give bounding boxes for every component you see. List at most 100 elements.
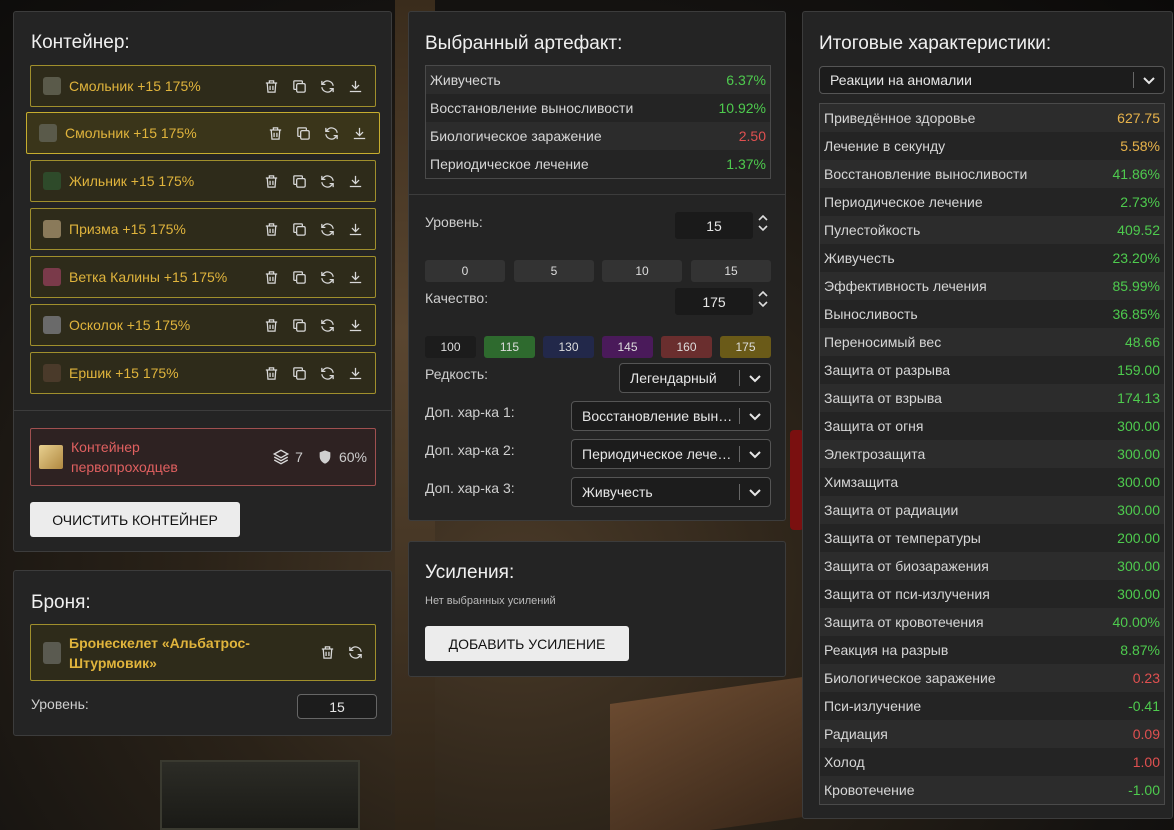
download-icon[interactable] bbox=[346, 172, 365, 191]
artifact-level-input[interactable]: 15 bbox=[675, 212, 753, 239]
armor-icon bbox=[43, 641, 61, 664]
copy-icon[interactable] bbox=[290, 268, 309, 287]
container-item[interactable]: Смольник +15 175% bbox=[26, 112, 380, 154]
trash-icon[interactable] bbox=[266, 124, 285, 143]
refresh-icon[interactable] bbox=[318, 268, 337, 287]
clear-container-button[interactable]: ОЧИСТИТЬ КОНТЕЙНЕР bbox=[30, 502, 240, 537]
stat-name: Защита от разрыва bbox=[824, 362, 951, 378]
stat-row: Защита от огня 300.00 bbox=[820, 412, 1164, 440]
artifact-quality-input[interactable]: 175 bbox=[675, 288, 753, 315]
totals-filter-select[interactable]: Реакции на аномалии bbox=[819, 66, 1165, 94]
stat-value: 2.50 bbox=[738, 128, 766, 144]
download-icon[interactable] bbox=[346, 77, 365, 96]
refresh-icon[interactable] bbox=[318, 172, 337, 191]
stat-row: Приведённое здоровье 627.75 bbox=[820, 104, 1164, 132]
container-item[interactable]: Ветка Калины +15 175% bbox=[30, 256, 376, 298]
armor-level-label: Уровень: bbox=[31, 696, 89, 712]
trash-icon[interactable] bbox=[262, 364, 281, 383]
container-info-card[interactable]: Контейнер первопроходцев 7 60% bbox=[30, 428, 376, 486]
container-item[interactable]: Ершик +15 175% bbox=[30, 352, 376, 394]
container-item[interactable]: Смольник +15 175% bbox=[30, 65, 376, 107]
add-boost-button[interactable]: ДОБАВИТЬ УСИЛЕНИЕ bbox=[425, 626, 629, 661]
quality-preset-145[interactable]: 145 bbox=[602, 336, 653, 358]
stat-value: 48.66 bbox=[1124, 334, 1160, 350]
quality-preset-115[interactable]: 115 bbox=[484, 336, 535, 358]
trash-icon[interactable] bbox=[262, 268, 281, 287]
trash-icon[interactable] bbox=[262, 172, 281, 191]
armor-title: Броня: bbox=[31, 592, 91, 613]
stat-value: 2.73% bbox=[1120, 194, 1160, 210]
container-item[interactable]: Осколок +15 175% bbox=[30, 304, 376, 346]
chevron-up-icon[interactable] bbox=[758, 290, 768, 298]
armor-panel: Броня: Бронескелет «Альбатрос-Штурмовик»… bbox=[13, 570, 392, 736]
trash-icon[interactable] bbox=[318, 643, 337, 662]
armor-card[interactable]: Бронескелет «Альбатрос-Штурмовик» bbox=[30, 624, 376, 681]
extra3-select[interactable]: Живучесть bbox=[571, 477, 771, 507]
divider bbox=[409, 194, 785, 195]
container-item[interactable]: Призма +15 175% bbox=[30, 208, 376, 250]
chevron-down-icon[interactable] bbox=[758, 300, 768, 308]
copy-icon[interactable] bbox=[290, 316, 309, 335]
level-preset-0[interactable]: 0 bbox=[425, 260, 505, 282]
stat-row: Живучесть 23.20% bbox=[820, 244, 1164, 272]
stat-row: Биологическое заражение 0.23 bbox=[820, 664, 1164, 692]
stat-name: Химзащита bbox=[824, 474, 899, 490]
level-preset-5[interactable]: 5 bbox=[514, 260, 594, 282]
level-preset-15[interactable]: 15 bbox=[691, 260, 771, 282]
quality-preset-175[interactable]: 175 bbox=[720, 336, 771, 358]
refresh-icon[interactable] bbox=[318, 316, 337, 335]
extra1-value: Восстановление выносливости bbox=[582, 408, 733, 424]
stat-row: Защита от температуры 200.00 bbox=[820, 524, 1164, 552]
download-icon[interactable] bbox=[346, 268, 365, 287]
stat-value: 41.86% bbox=[1112, 166, 1160, 182]
trash-icon[interactable] bbox=[262, 77, 281, 96]
stat-name: Живучесть bbox=[824, 250, 895, 266]
artifact-icon bbox=[43, 220, 61, 238]
copy-icon[interactable] bbox=[290, 364, 309, 383]
copy-icon[interactable] bbox=[290, 77, 309, 96]
level-stepper[interactable] bbox=[757, 214, 769, 232]
copy-icon[interactable] bbox=[290, 172, 309, 191]
stat-value: 0.09 bbox=[1132, 726, 1160, 742]
quality-stepper[interactable] bbox=[757, 290, 769, 308]
copy-icon[interactable] bbox=[294, 124, 313, 143]
trash-icon[interactable] bbox=[262, 220, 281, 239]
chevron-down-icon[interactable] bbox=[758, 224, 768, 232]
download-icon[interactable] bbox=[346, 364, 365, 383]
refresh-icon[interactable] bbox=[346, 643, 365, 662]
stat-row: Защита от биозаражения 300.00 bbox=[820, 552, 1164, 580]
stat-row: Защита от радиации 300.00 bbox=[820, 496, 1164, 524]
stat-value: 1.37% bbox=[726, 156, 766, 172]
artifact-level-label: Уровень: bbox=[425, 214, 483, 230]
quality-preset-100[interactable]: 100 bbox=[425, 336, 476, 358]
stat-name: Восстановление выносливости bbox=[430, 100, 634, 116]
artifact-panel: Выбранный артефакт: Живучесть 6.37% Восста… bbox=[408, 11, 786, 521]
chevron-up-icon[interactable] bbox=[758, 214, 768, 222]
refresh-icon[interactable] bbox=[318, 220, 337, 239]
stat-row: Защита от разрыва 159.00 bbox=[820, 356, 1164, 384]
container-item[interactable]: Жильник +15 175% bbox=[30, 160, 376, 202]
download-icon[interactable] bbox=[346, 316, 365, 335]
totals-title: Итоговые характеристики: bbox=[819, 33, 1052, 54]
artifact-icon bbox=[43, 172, 61, 190]
refresh-icon[interactable] bbox=[322, 124, 341, 143]
trash-icon[interactable] bbox=[262, 316, 281, 335]
container-panel: Контейнер: Смольник +15 175% Смольник +15… bbox=[13, 11, 392, 552]
copy-icon[interactable] bbox=[290, 220, 309, 239]
rarity-select[interactable]: Легендарный bbox=[619, 363, 771, 393]
quality-preset-130[interactable]: 130 bbox=[543, 336, 594, 358]
stat-name: Кровотечение bbox=[824, 782, 915, 798]
stat-name: Электрозащита bbox=[824, 446, 926, 462]
download-icon[interactable] bbox=[350, 124, 369, 143]
refresh-icon[interactable] bbox=[318, 364, 337, 383]
level-preset-10[interactable]: 10 bbox=[602, 260, 682, 282]
extra1-select[interactable]: Восстановление выносливости bbox=[571, 401, 771, 431]
download-icon[interactable] bbox=[346, 220, 365, 239]
stat-row: Живучесть 6.37% bbox=[426, 66, 770, 94]
refresh-icon[interactable] bbox=[318, 77, 337, 96]
armor-level-input[interactable]: 15 bbox=[297, 694, 377, 719]
extra2-select[interactable]: Периодическое лечение bbox=[571, 439, 771, 469]
artifact-icon bbox=[43, 268, 61, 286]
quality-preset-160[interactable]: 160 bbox=[661, 336, 712, 358]
stat-value: 10.92% bbox=[718, 100, 766, 116]
